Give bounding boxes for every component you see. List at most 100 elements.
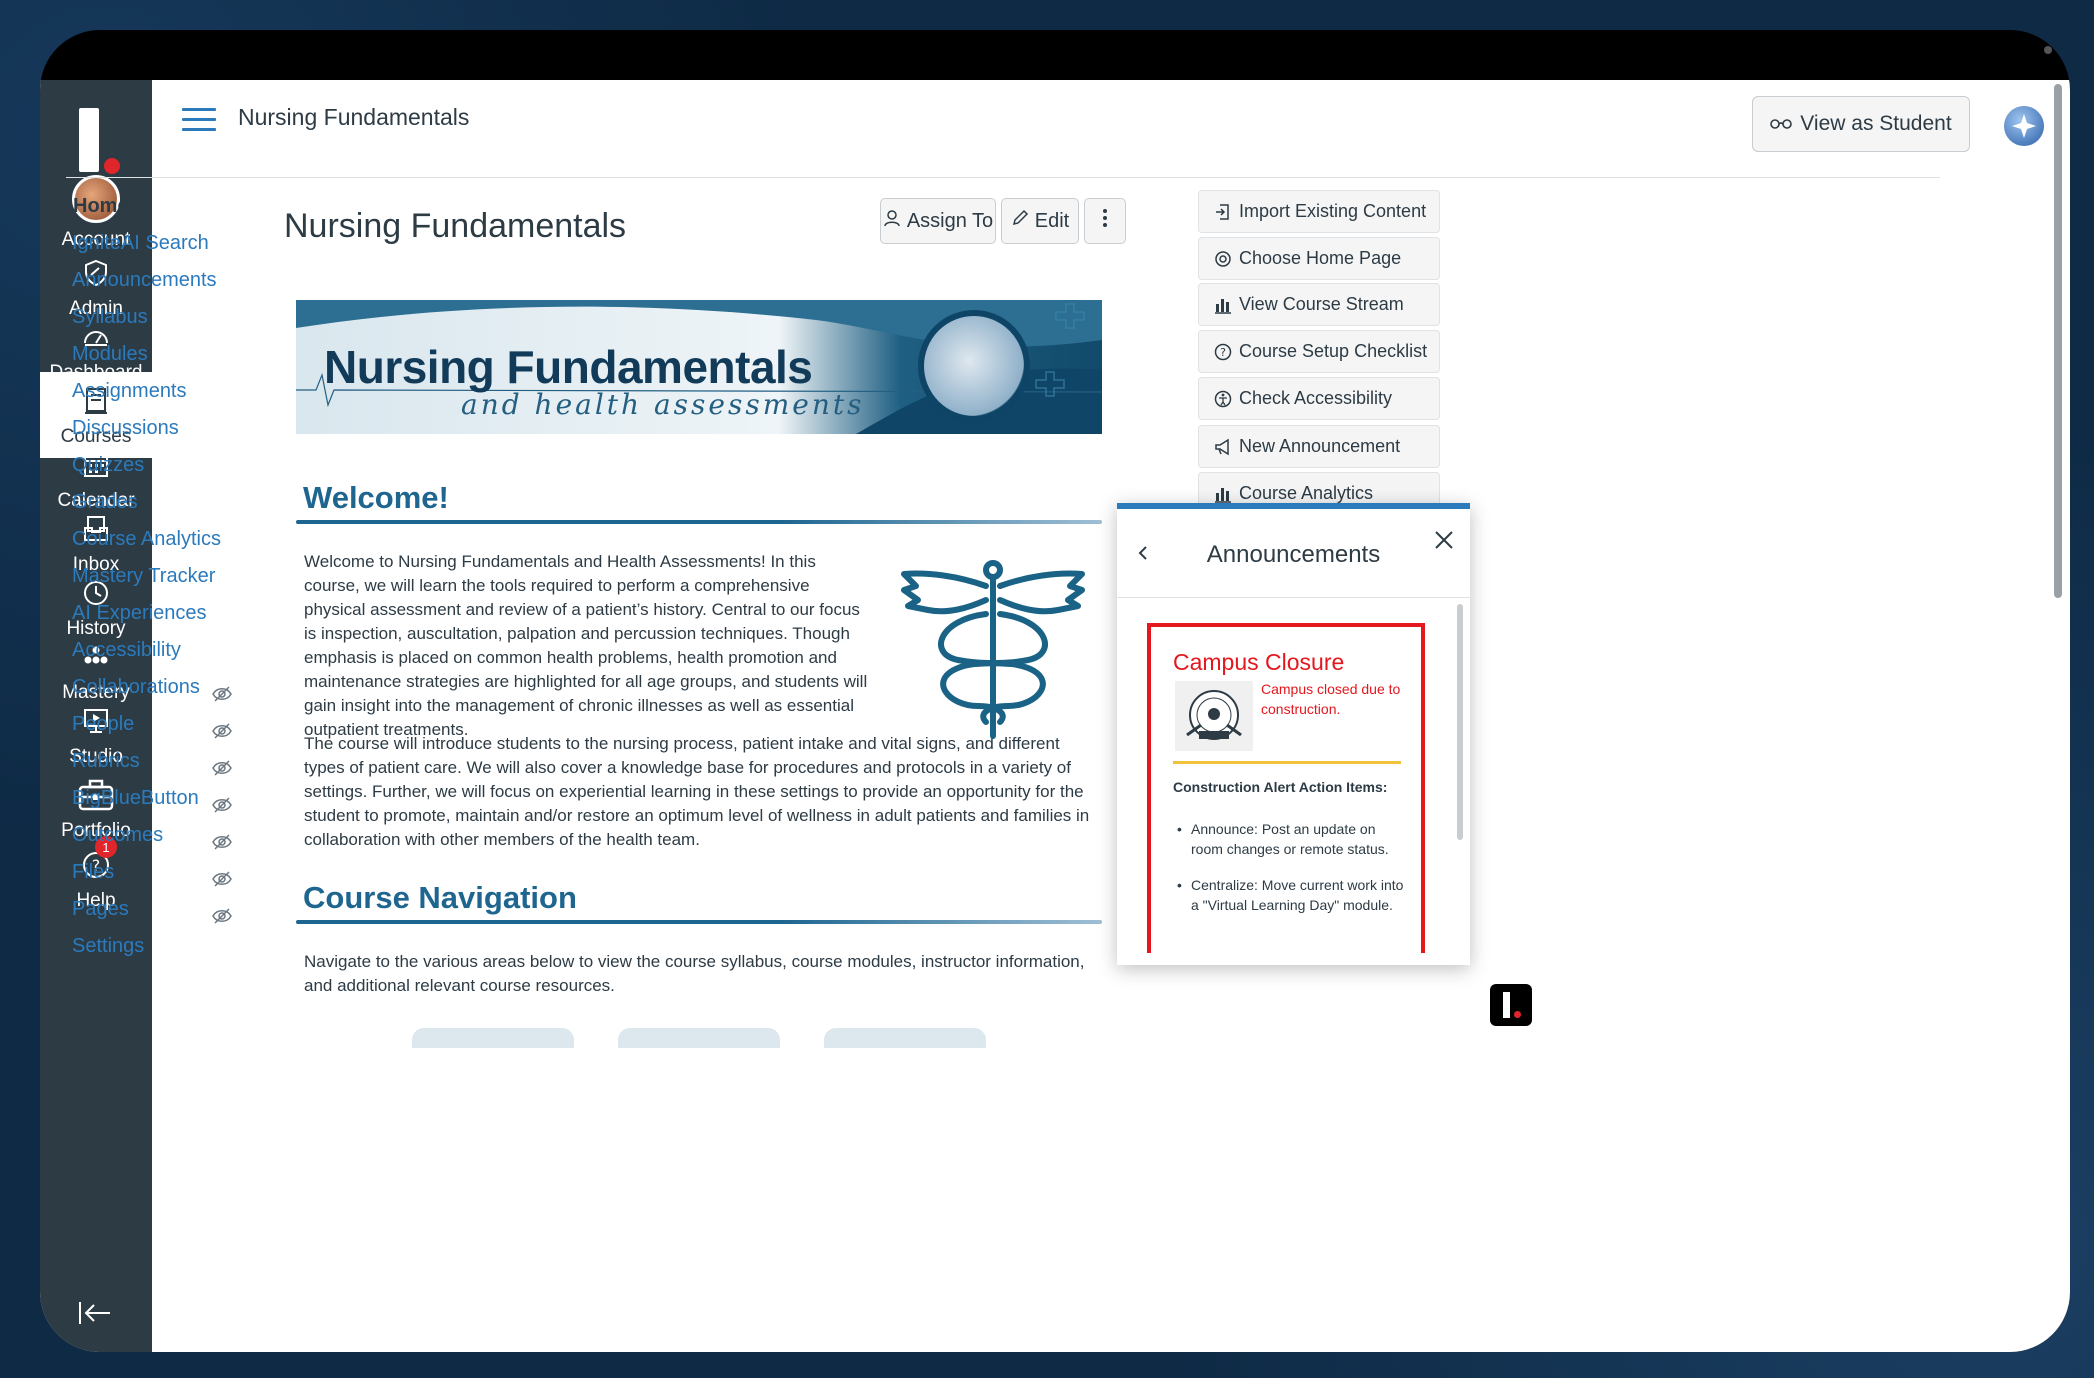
course-nav-item-quizzes[interactable]: Quizzes: [66, 447, 266, 484]
sidebar-button-label: New Announcement: [1239, 436, 1401, 456]
hamburger-menu-icon[interactable]: [182, 108, 216, 134]
course-nav-label: BigBlueButton: [72, 787, 199, 809]
close-icon[interactable]: [1433, 529, 1455, 551]
course-nav-item-discussions[interactable]: Discussions: [66, 410, 266, 447]
target-icon: [1213, 249, 1233, 269]
choose-home-page-button[interactable]: Choose Home Page: [1198, 237, 1440, 280]
course-nav-item-files[interactable]: Files: [66, 854, 266, 891]
header-divider: [66, 177, 1940, 178]
nav-tile[interactable]: [412, 1028, 574, 1048]
view-course-stream-button[interactable]: View Course Stream: [1198, 283, 1440, 326]
eye-slash-icon: [212, 715, 234, 739]
announcements-panel: Announcements Campus Closure Campus clos…: [1117, 503, 1470, 965]
eye-slash-icon: [212, 900, 234, 924]
announcement-action-list: Announce: Post an update on room changes…: [1173, 819, 1409, 931]
course-nav-item-outcomes[interactable]: Outcomes: [66, 817, 266, 854]
course-navigation-paragraph: Navigate to the various areas below to v…: [304, 952, 1085, 995]
course-nav-label: Outcomes: [72, 824, 164, 846]
caduceus-icon: [901, 560, 1085, 739]
sidebar-button-label: Import Existing Content: [1239, 201, 1427, 221]
course-nav-label: Settings: [72, 935, 145, 957]
check-accessibility-button[interactable]: Check Accessibility: [1198, 377, 1440, 420]
announcements-title: Announcements: [1206, 541, 1381, 568]
course-nav-label: Rubrics: [72, 750, 140, 772]
course-nav-item-accessibility[interactable]: Accessibility: [66, 632, 266, 669]
import-existing-content-button[interactable]: Import Existing Content: [1198, 190, 1440, 233]
course-nav-item-people[interactable]: People: [66, 706, 266, 743]
course-banner: Nursing Fundamentals and health assessme…: [296, 300, 1102, 434]
instructure-logo[interactable]: [79, 108, 99, 172]
pencil-icon: [1011, 209, 1029, 233]
course-nav-item-bigbluebutton[interactable]: BigBlueButton: [66, 780, 266, 817]
assign-to-button[interactable]: Assign To: [880, 198, 996, 244]
course-nav-item-ai-experiences[interactable]: AI Experiences: [66, 595, 266, 632]
course-nav-label: Modules: [72, 343, 148, 365]
course-nav-item-igniteai-search[interactable]: IgniteAI Search: [66, 225, 266, 262]
view-as-student-label: View as Student: [1800, 112, 1952, 135]
sidebar-button-label: Course Analytics: [1239, 483, 1374, 503]
assign-to-label: Assign To: [906, 209, 994, 232]
welcome-paragraph-2: The course will introduce students to th…: [304, 734, 1090, 849]
new-announcement-button[interactable]: New Announcement: [1198, 425, 1440, 468]
eye-slash-icon: [212, 863, 234, 887]
course-nav-item-mastery-tracker[interactable]: Mastery Tracker: [66, 558, 266, 595]
announcement-subheading: Construction Alert Action Items:: [1173, 779, 1388, 795]
course-nav-item-announcements[interactable]: Announcements: [66, 262, 266, 299]
view-as-student-button[interactable]: View as Student: [1752, 96, 1970, 152]
course-nav-label: Announcements: [72, 269, 217, 291]
bar-chart-icon: [1213, 295, 1233, 315]
course-nav: Home IgniteAI Search Announcements Syllabus…: [64, 188, 266, 965]
course-nav-item-home[interactable]: Home: [64, 188, 266, 225]
course-nav-label: Grades: [72, 491, 138, 513]
announcements-divider: [1117, 597, 1470, 598]
course-nav-label: Syllabus: [72, 306, 148, 328]
ai-assistant-icon[interactable]: [2004, 106, 2044, 146]
sidebar-button-label: Choose Home Page: [1239, 248, 1402, 268]
sidebar-button-label: View Course Stream: [1239, 294, 1404, 314]
device-frame: Account Admin Dashboard Courses: [40, 30, 2070, 1352]
nav-tile[interactable]: [618, 1028, 780, 1048]
edit-button[interactable]: Edit: [1001, 198, 1079, 244]
top-header: Nursing Fundamentals View as Student: [152, 80, 2070, 178]
welcome-paragraph-1: Welcome to Nursing Fundamentals and Heal…: [304, 552, 868, 739]
welcome-rule: [296, 520, 1102, 524]
course-nav-item-syllabus[interactable]: Syllabus: [66, 299, 266, 336]
course-setup-checklist-button[interactable]: ? Course Setup Checklist: [1198, 330, 1440, 373]
course-nav-label: Collaborations: [72, 676, 200, 698]
more-options-button[interactable]: [1084, 198, 1126, 244]
welcome-heading: Welcome!: [303, 480, 449, 515]
course-nav-label: IgniteAI Search: [72, 232, 209, 254]
eye-slash-icon: [212, 789, 234, 813]
course-nav-item-grades[interactable]: Grades: [66, 484, 266, 521]
nav-tile[interactable]: [824, 1028, 986, 1048]
page-scrollbar[interactable]: [2054, 84, 2062, 598]
announcements-scrollbar[interactable]: [1457, 604, 1463, 840]
course-nav-item-modules[interactable]: Modules: [66, 336, 266, 373]
list-item: Centralize: Move current work into a "Vi…: [1173, 875, 1409, 915]
eye-slash-icon: [212, 752, 234, 776]
course-nav-item-assignments[interactable]: Assignments: [66, 373, 266, 410]
course-nav-item-collaborations[interactable]: Collaborations: [66, 669, 266, 706]
camera-dot: [2044, 46, 2052, 54]
course-nav-label: Accessibility: [72, 639, 181, 661]
megaphone-icon: [1213, 437, 1233, 457]
sidebar-button-label: Check Accessibility: [1239, 388, 1393, 408]
announcement-card[interactable]: Campus Closure Campus closed due to cons…: [1147, 623, 1425, 953]
import-icon: [1213, 202, 1233, 222]
kebab-menu-icon: [1102, 208, 1108, 234]
course-nav-label: Course Analytics: [72, 528, 221, 550]
course-nav-item-rubrics[interactable]: Rubrics: [66, 743, 266, 780]
course-nav-label: Pages: [72, 898, 129, 920]
person-icon: [883, 209, 901, 233]
course-nav-item-pages[interactable]: Pages: [66, 891, 266, 928]
course-nav-item-course-analytics[interactable]: Course Analytics: [66, 521, 266, 558]
course-navigation-heading: Course Navigation: [303, 880, 577, 915]
instructure-corner-logo[interactable]: [1490, 984, 1532, 1026]
bar-chart-icon: [1213, 484, 1233, 504]
breadcrumb[interactable]: Nursing Fundamentals: [238, 104, 469, 131]
course-nav-item-settings[interactable]: Settings: [66, 928, 266, 965]
app-screen: Account Admin Dashboard Courses: [40, 80, 2070, 1352]
course-nav-label: AI Experiences: [72, 602, 207, 624]
announcement-heading: Campus Closure: [1173, 649, 1345, 675]
collapse-nav-icon[interactable]: [76, 1298, 116, 1332]
